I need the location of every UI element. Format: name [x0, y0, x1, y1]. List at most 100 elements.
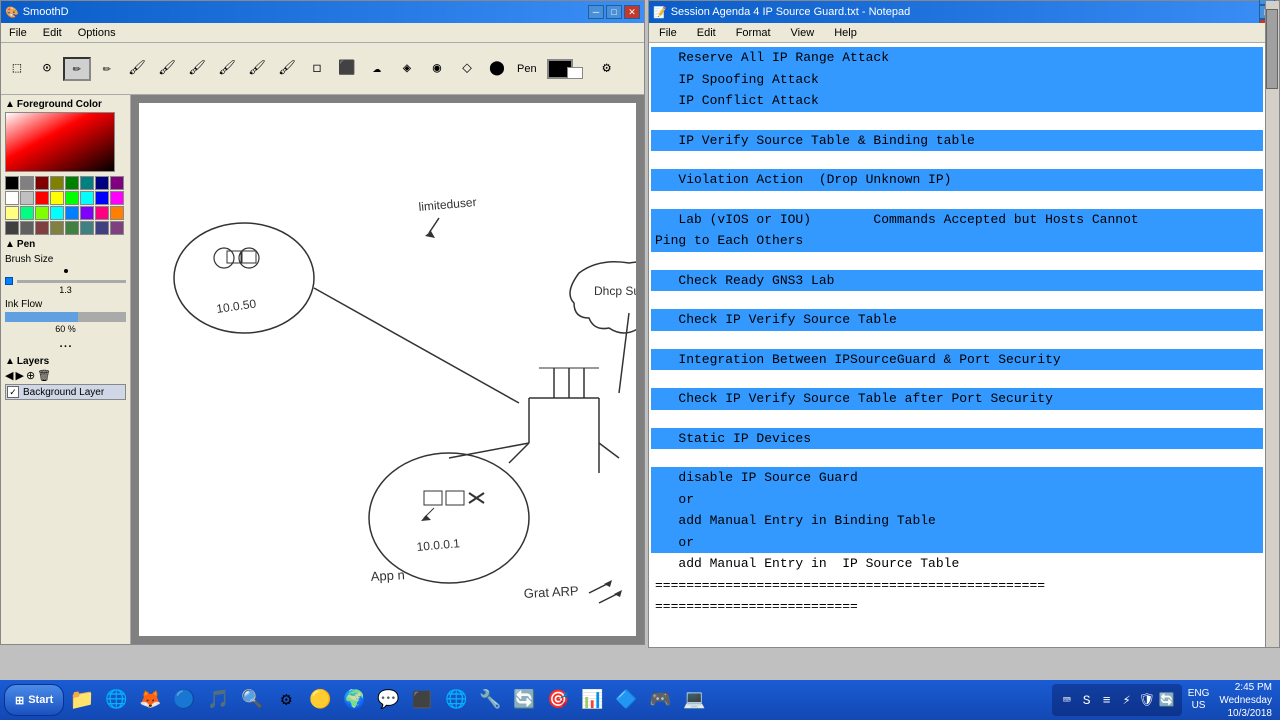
color-swatch[interactable]	[110, 206, 124, 220]
tool-smudge[interactable]: ☁	[363, 57, 391, 81]
start-button[interactable]: ⊞ Start	[4, 684, 64, 716]
color-swatch[interactable]	[110, 221, 124, 235]
layer-checkbox[interactable]: ✓	[7, 386, 19, 398]
tool-brush3[interactable]: 🖌	[183, 57, 211, 81]
color-swatch[interactable]	[35, 191, 49, 205]
color-swatch[interactable]	[80, 176, 94, 190]
color-swatch[interactable]	[110, 191, 124, 205]
paint-maximize-button[interactable]: □	[606, 5, 622, 19]
taskbar-icon-yellow[interactable]: 🟡	[304, 684, 336, 716]
tool-fill[interactable]: ⬛	[333, 57, 361, 81]
notepad-menu-format[interactable]: Format	[730, 25, 777, 41]
tool-brush2[interactable]: 🖌	[153, 57, 181, 81]
tool-brush5[interactable]: 🖌	[243, 57, 271, 81]
color-swatch[interactable]	[80, 221, 94, 235]
tool-brush1[interactable]: 🖌	[123, 57, 151, 81]
taskbar-icon-globe2[interactable]: 🌐	[440, 684, 472, 716]
layer-left-arrow[interactable]: ◀	[5, 369, 13, 382]
taskbar-icon-settings[interactable]: ⚙	[270, 684, 302, 716]
tool-settings[interactable]: ⚙	[593, 57, 621, 81]
notepad-content[interactable]: Reserve All IP Range Attack IP Spoofing …	[649, 43, 1279, 647]
notepad-menu-file[interactable]: File	[653, 25, 683, 41]
color-bg-preview[interactable]	[567, 67, 583, 79]
tray-icon-keyboard[interactable]: ⌨	[1058, 691, 1076, 709]
ink-flow-bar[interactable]	[5, 312, 126, 322]
tool-pencil[interactable]: ✏	[93, 57, 121, 81]
taskbar-icon-chrome[interactable]: 🔵	[168, 684, 200, 716]
notepad-menu-view[interactable]: View	[785, 25, 821, 41]
color-swatch[interactable]	[20, 176, 34, 190]
color-swatch[interactable]	[35, 206, 49, 220]
tool-blur[interactable]: ◈	[393, 57, 421, 81]
color-swatch[interactable]	[95, 206, 109, 220]
color-swatch[interactable]	[50, 191, 64, 205]
color-swatch[interactable]	[20, 206, 34, 220]
tool-lasso[interactable]: ⊙	[33, 57, 61, 81]
taskbar-icon-app5[interactable]: 🔷	[610, 684, 642, 716]
color-swatch[interactable]	[95, 176, 109, 190]
tray-icon-shield[interactable]: 🛡	[1138, 691, 1156, 709]
color-swatch[interactable]	[5, 191, 19, 205]
canvas-area[interactable]: 10.0.50 limiteduser Dhcp Su	[131, 95, 644, 644]
tool-pen[interactable]: ✏	[63, 57, 91, 81]
tool-brush6[interactable]: 🖌	[273, 57, 301, 81]
tray-icon-app1[interactable]: S	[1078, 691, 1096, 709]
taskbar-icon-app1[interactable]: 🔧	[474, 684, 506, 716]
paint-minimize-button[interactable]: ─	[588, 5, 604, 19]
drawing-canvas[interactable]: 10.0.50 limiteduser Dhcp Su	[139, 103, 636, 636]
color-swatch[interactable]	[5, 176, 19, 190]
color-swatch[interactable]	[95, 191, 109, 205]
taskbar-icon-app4[interactable]: 📊	[576, 684, 608, 716]
color-swatch[interactable]	[5, 221, 19, 235]
layer-right-arrow[interactable]: ▶	[15, 369, 23, 382]
more-options-dots[interactable]: ...	[5, 334, 126, 352]
color-swatch[interactable]	[65, 191, 79, 205]
color-swatch[interactable]	[80, 191, 94, 205]
taskbar-icon-explorer[interactable]: 📁	[66, 684, 98, 716]
tool-extra2[interactable]: ⬤	[483, 57, 511, 81]
taskbar-icon-app2[interactable]: 🔄	[508, 684, 540, 716]
tool-eraser[interactable]: ◻	[303, 57, 331, 81]
scrollbar-thumb[interactable]	[1266, 9, 1278, 89]
notepad-scrollbar[interactable]	[1265, 1, 1279, 647]
taskbar-icon-app3[interactable]: 🎯	[542, 684, 574, 716]
taskbar-icon-firefox[interactable]: 🦊	[134, 684, 166, 716]
tray-icon-app3[interactable]: ⚡	[1118, 691, 1136, 709]
color-swatch[interactable]	[35, 221, 49, 235]
taskbar-icon-chat[interactable]: 💬	[372, 684, 404, 716]
color-swatch[interactable]	[35, 176, 49, 190]
slider-thumb-left[interactable]	[5, 277, 13, 285]
paint-close-button[interactable]: ✕	[624, 5, 640, 19]
notepad-menu-edit[interactable]: Edit	[691, 25, 722, 41]
color-swatch[interactable]	[65, 176, 79, 190]
tool-select[interactable]: ⬚	[3, 57, 31, 81]
color-picker-gradient[interactable]	[5, 112, 115, 172]
taskbar-icon-media[interactable]: 🎵	[202, 684, 234, 716]
tray-icon-spin[interactable]: 🔄	[1158, 691, 1176, 709]
paint-menu-edit[interactable]: Edit	[39, 25, 66, 41]
color-swatch[interactable]	[5, 206, 19, 220]
color-swatch[interactable]	[20, 221, 34, 235]
color-swatch[interactable]	[65, 206, 79, 220]
tool-dodge[interactable]: ◉	[423, 57, 451, 81]
paint-menu-options[interactable]: Options	[74, 25, 120, 41]
color-swatch[interactable]	[50, 221, 64, 235]
taskbar-icon-search[interactable]: 🔍	[236, 684, 268, 716]
taskbar-icon-ie[interactable]: 🌐	[100, 684, 132, 716]
color-swatch[interactable]	[110, 176, 124, 190]
taskbar-icon-app7[interactable]: 💻	[678, 684, 710, 716]
color-swatch[interactable]	[80, 206, 94, 220]
canvas-inner[interactable]: 10.0.50 limiteduser Dhcp Su	[139, 103, 636, 636]
color-swatch[interactable]	[95, 221, 109, 235]
paint-menu-file[interactable]: File	[5, 25, 31, 41]
brush-size-slider[interactable]: 1.3	[5, 277, 126, 295]
layer-delete[interactable]: 🗑	[37, 369, 51, 382]
color-swatch[interactable]	[20, 191, 34, 205]
taskbar-icon-network[interactable]: 🌍	[338, 684, 370, 716]
color-swatch[interactable]	[65, 221, 79, 235]
language-indicator[interactable]: ENG US	[1184, 688, 1214, 712]
color-swatch[interactable]	[50, 206, 64, 220]
notepad-menu-help[interactable]: Help	[828, 25, 863, 41]
color-swatch[interactable]	[50, 176, 64, 190]
background-layer-item[interactable]: ✓ Background Layer	[5, 384, 126, 400]
